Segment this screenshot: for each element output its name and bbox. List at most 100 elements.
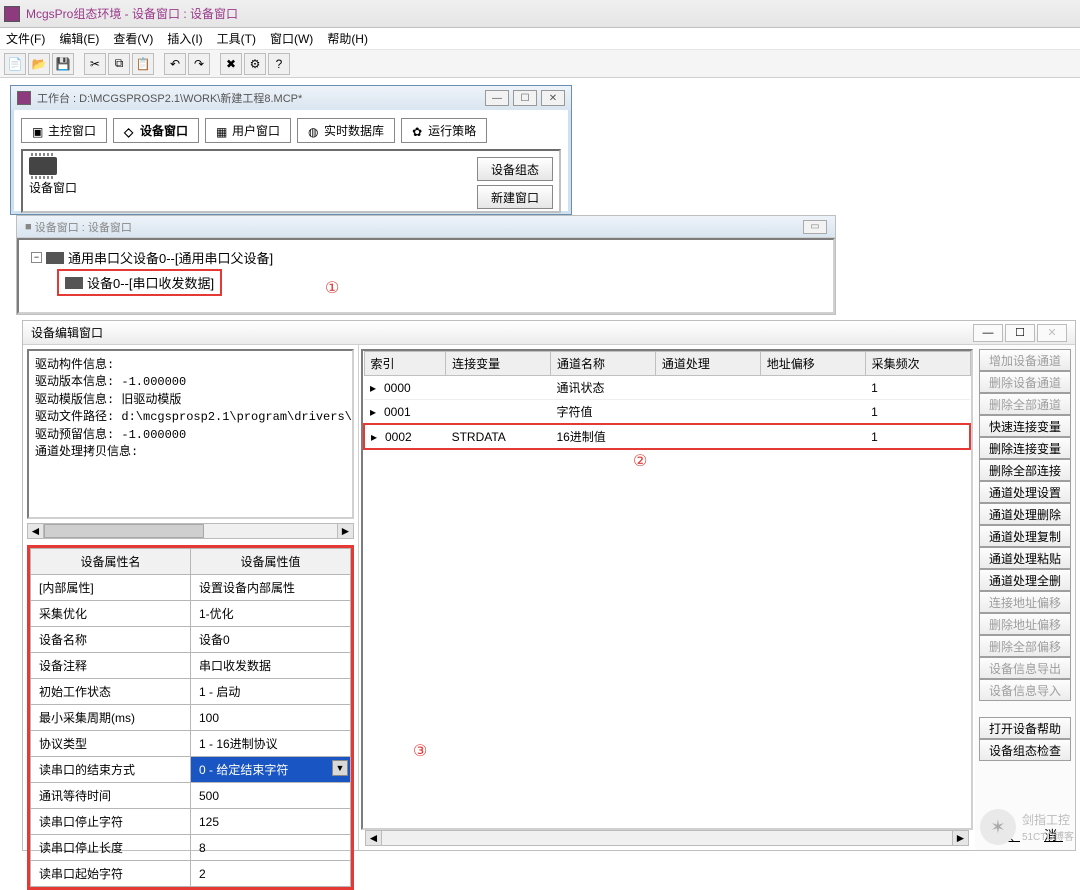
device-chip-icon[interactable] (29, 157, 57, 175)
tb-cut-icon[interactable]: ✂ (84, 53, 106, 75)
tree-root-item[interactable]: − 通用串口父设备0--[通用串口父设备] (31, 246, 821, 269)
tb-paste-icon[interactable]: 📋 (132, 53, 154, 75)
annotation-2: ② (633, 451, 647, 471)
menu-view[interactable]: 查看(V) (113, 30, 153, 47)
side-action-button[interactable]: 删除全部连接 (979, 459, 1071, 481)
workbench-icon (17, 91, 31, 105)
app-icon (4, 6, 20, 22)
menu-help[interactable]: 帮助(H) (327, 30, 368, 47)
side-action-button[interactable]: 通道处理删除 (979, 503, 1071, 525)
property-row[interactable]: 读串口起始字符2 (31, 861, 351, 887)
tab-device-window[interactable]: ◇设备窗口 (113, 118, 199, 143)
device-tree-restore-button[interactable]: ▭ (803, 220, 827, 234)
col-variable[interactable]: 连接变量 (446, 352, 551, 376)
device-config-button[interactable]: 设备组态 (477, 157, 553, 181)
cancel-button[interactable]: 消 (1044, 825, 1063, 844)
tree-child-item[interactable]: 设备0--[串口收发数据] (57, 269, 222, 296)
info-hscrollbar[interactable]: ◄ ► (27, 523, 354, 539)
side-action-button: 增加设备通道 (979, 349, 1071, 371)
menu-insert[interactable]: 插入(I) (167, 30, 202, 47)
tb-open-icon[interactable]: 📂 (28, 53, 50, 75)
title-bar: McgsPro组态环境 - 设备窗口 : 设备窗口 (0, 0, 1080, 28)
close-button[interactable]: ✕ (541, 90, 565, 106)
maximize-button[interactable]: ☐ (513, 90, 537, 106)
property-row[interactable]: [内部属性]设置设备内部属性 (31, 575, 351, 601)
side-action-button: 删除地址偏移 (979, 613, 1071, 635)
property-row[interactable]: 最小采集周期(ms)100 (31, 705, 351, 731)
tb-help-icon[interactable]: ? (268, 53, 290, 75)
tab-rtdb[interactable]: ◍实时数据库 (297, 118, 395, 143)
property-row[interactable]: 读串口停止字符125 (31, 809, 351, 835)
workbench-titlebar: 工作台 : D:\MCGSPROSP2.1\WORK\新建工程8.MCP* — … (11, 86, 571, 110)
table-row[interactable]: ▸0002STRDATA16进制值1 (364, 424, 970, 449)
side-action-button[interactable]: 通道处理设置 (979, 481, 1071, 503)
side-action-button[interactable]: 通道处理全删 (979, 569, 1071, 591)
property-row[interactable]: 读串口停止长度8 (31, 835, 351, 861)
side-action-button[interactable]: 通道处理粘贴 (979, 547, 1071, 569)
side-action-button[interactable]: 删除连接变量 (979, 437, 1071, 459)
scroll-left-icon[interactable]: ◄ (366, 831, 382, 845)
prop-header-value: 设备属性值 (191, 549, 351, 575)
editor-close-button[interactable]: ✕ (1037, 324, 1067, 342)
tb-redo-icon[interactable]: ↷ (188, 53, 210, 75)
property-table-wrap: 设备属性名 设备属性值 [内部属性]设置设备内部属性采集优化1-优化设备名称设备… (27, 545, 354, 890)
menu-file[interactable]: 文件(F) (6, 30, 45, 47)
tab-main-window[interactable]: ▣主控窗口 (21, 118, 107, 143)
tab-strategy[interactable]: ✿运行策略 (401, 118, 487, 143)
dropdown-arrow-icon[interactable]: ▼ (332, 760, 348, 776)
tb-save-icon[interactable]: 💾 (52, 53, 74, 75)
col-freq[interactable]: 采集频次 (865, 352, 970, 376)
side-action-button[interactable]: 通道处理复制 (979, 525, 1071, 547)
property-row[interactable]: 采集优化1-优化 (31, 601, 351, 627)
channel-grid[interactable]: 索引 连接变量 通道名称 通道处理 地址偏移 采集频次 ▸0000通讯状态1▸0… (363, 351, 971, 450)
grid-icon: ▦ (216, 125, 228, 137)
driver-info-text: 驱动构件信息: 驱动版本信息: -1.000000 驱动模版信息: 旧驱动模版 … (27, 349, 354, 519)
gear-icon: ✿ (412, 125, 424, 137)
property-table[interactable]: 设备属性名 设备属性值 [内部属性]设置设备内部属性采集优化1-优化设备名称设备… (30, 548, 351, 887)
scroll-left-icon[interactable]: ◄ (28, 524, 44, 538)
toolbar: 📄 📂 💾 ✂ ⧉ 📋 ↶ ↷ ✖ ⚙ ? (0, 50, 1080, 78)
scroll-thumb[interactable] (44, 524, 204, 538)
editor-minimize-button[interactable]: — (973, 324, 1003, 342)
side-action-button[interactable]: 设备组态检查 (979, 739, 1071, 761)
annotation-1: ① (325, 278, 339, 298)
col-addr[interactable]: 地址偏移 (760, 352, 865, 376)
menu-window[interactable]: 窗口(W) (270, 30, 313, 47)
property-row[interactable]: 设备注释串口收发数据 (31, 653, 351, 679)
scroll-right-icon[interactable]: ► (337, 524, 353, 538)
device-tree: − 通用串口父设备0--[通用串口父设备] 设备0--[串口收发数据] (17, 238, 835, 314)
menu-bar: 文件(F) 编辑(E) 查看(V) 插入(I) 工具(T) 窗口(W) 帮助(H… (0, 28, 1080, 50)
side-action-button: 删除全部偏移 (979, 635, 1071, 657)
property-row[interactable]: 通讯等待时间500 (31, 783, 351, 809)
editor-maximize-button[interactable]: ☐ (1005, 324, 1035, 342)
table-row[interactable]: ▸0000通讯状态1 (364, 376, 970, 400)
editor-right-buttons: 增加设备通道删除设备通道删除全部通道快速连接变量删除连接变量删除全部连接通道处理… (975, 345, 1075, 850)
grid-hscrollbar[interactable]: ◄ ► (365, 830, 969, 846)
property-row[interactable]: 设备名称设备0 (31, 627, 351, 653)
col-index[interactable]: 索引 (364, 352, 446, 376)
tb-new-icon[interactable]: 📄 (4, 53, 26, 75)
property-row[interactable]: 读串口的结束方式0 - 给定结束字符▼ (31, 757, 351, 783)
tb-tools-icon[interactable]: ✖ (220, 53, 242, 75)
tb-copy-icon[interactable]: ⧉ (108, 53, 130, 75)
tb-undo-icon[interactable]: ↶ (164, 53, 186, 75)
ok-button[interactable]: 取 (1001, 825, 1020, 844)
property-row[interactable]: 协议类型1 - 16进制协议 (31, 731, 351, 757)
side-action-button[interactable]: 快速连接变量 (979, 415, 1071, 437)
annotation-3: ③ (413, 741, 427, 761)
table-row[interactable]: ▸0001字符值1 (364, 400, 970, 425)
menu-tools[interactable]: 工具(T) (217, 30, 256, 47)
new-window-button[interactable]: 新建窗口 (477, 185, 553, 209)
side-action-button: 连接地址偏移 (979, 591, 1071, 613)
col-channel[interactable]: 通道名称 (550, 352, 655, 376)
minimize-button[interactable]: — (485, 90, 509, 106)
col-process[interactable]: 通道处理 (655, 352, 760, 376)
scroll-right-icon[interactable]: ► (952, 831, 968, 845)
tab-user-window[interactable]: ▦用户窗口 (205, 118, 291, 143)
property-row[interactable]: 初始工作状态1 - 启动 (31, 679, 351, 705)
tree-collapse-icon[interactable]: − (31, 252, 42, 263)
menu-edit[interactable]: 编辑(E) (59, 30, 99, 47)
side-action-button[interactable]: 打开设备帮助 (979, 717, 1071, 739)
chip-icon (46, 252, 64, 264)
tb-settings-icon[interactable]: ⚙ (244, 53, 266, 75)
